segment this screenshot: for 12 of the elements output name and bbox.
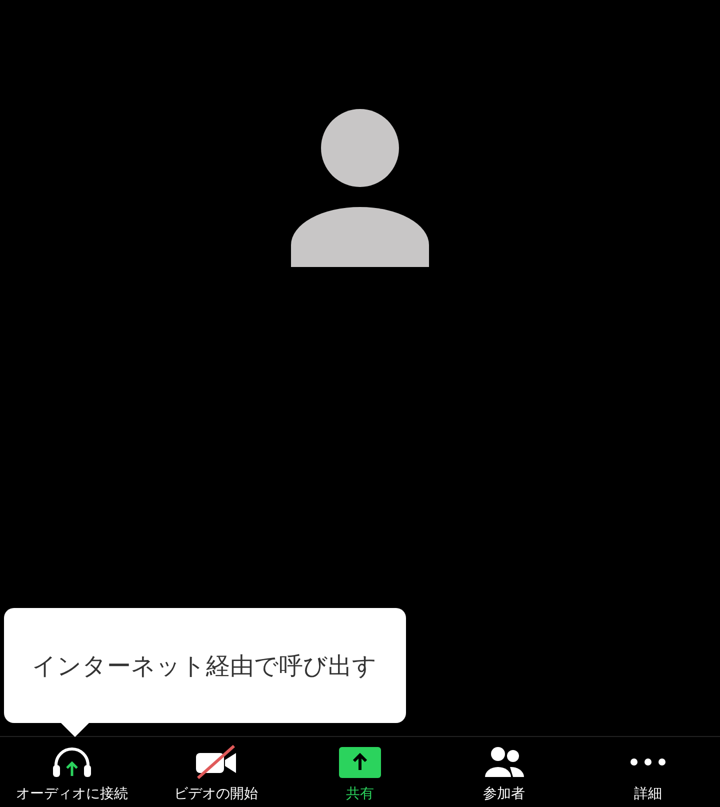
share-icon — [338, 745, 382, 779]
audio-button[interactable]: オーディオに接続 — [0, 737, 144, 807]
more-button[interactable]: 詳細 — [576, 737, 720, 807]
headphones-icon — [50, 745, 94, 779]
video-off-icon — [194, 745, 238, 779]
tooltip-text: インターネット経由で呼び出す — [32, 650, 377, 682]
video-button[interactable]: ビデオの開始 — [144, 737, 288, 807]
participants-button[interactable]: 参加者 — [432, 737, 576, 807]
avatar-icon — [290, 108, 430, 268]
more-icon — [630, 758, 666, 766]
share-button[interactable]: 共有 — [288, 737, 432, 807]
participants-icon — [482, 745, 526, 779]
